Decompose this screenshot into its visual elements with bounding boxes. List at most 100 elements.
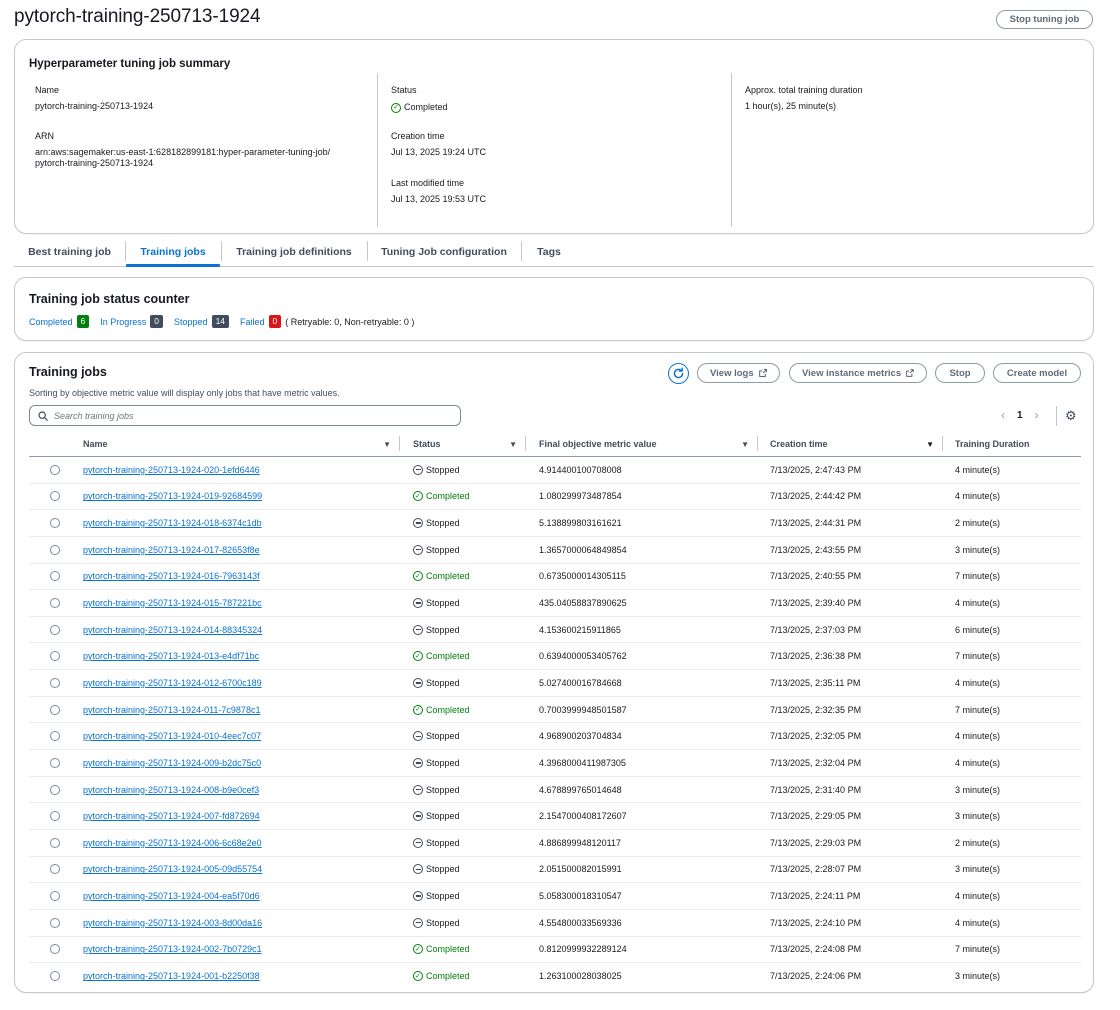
table-row[interactable]: pytorch-training-250713-1924-011-7c9878c… [29, 697, 1081, 724]
job-name-link[interactable]: pytorch-training-250713-1924-010-4eec7c0… [83, 731, 261, 741]
tab-training-jobs[interactable]: Training jobs [126, 238, 220, 267]
table-row[interactable]: pytorch-training-250713-1924-010-4eec7c0… [29, 723, 1081, 751]
stopped-filter-link[interactable]: Stopped [174, 317, 208, 327]
table-row[interactable]: pytorch-training-250713-1924-017-82653f8… [29, 537, 1081, 564]
table-row[interactable]: pytorch-training-250713-1924-001-b2250f3… [29, 963, 1081, 990]
tab-training-job-definitions[interactable]: Training job definitions [222, 238, 366, 266]
row-radio[interactable] [50, 864, 60, 875]
table-row[interactable]: pytorch-training-250713-1924-005-09d5575… [29, 857, 1081, 884]
training-jobs-card: Training jobs Sorting by objective metri… [14, 352, 1094, 993]
row-radio[interactable] [50, 917, 60, 928]
job-name-link[interactable]: pytorch-training-250713-1924-015-787221b… [83, 598, 262, 608]
job-name-link[interactable]: pytorch-training-250713-1924-007-fd87269… [83, 811, 260, 821]
job-name-cell: pytorch-training-250713-1924-020-1efd644… [83, 457, 260, 483]
status-text: Stopped [426, 891, 460, 902]
row-radio[interactable] [50, 944, 60, 955]
row-radio[interactable] [50, 598, 60, 609]
job-name-link[interactable]: pytorch-training-250713-1924-006-6c68e2e… [83, 838, 262, 848]
job-name-link[interactable]: pytorch-training-250713-1924-017-82653f8… [83, 545, 260, 555]
create-model-button[interactable]: Create model [993, 363, 1081, 383]
column-header-duration[interactable]: Training Duration [955, 431, 1075, 457]
row-radio[interactable] [50, 811, 60, 822]
job-name-cell: pytorch-training-250713-1924-016-7963143… [83, 564, 260, 590]
job-name-link[interactable]: pytorch-training-250713-1924-020-1efd644… [83, 465, 260, 475]
row-radio[interactable] [50, 491, 60, 502]
row-radio[interactable] [50, 651, 60, 662]
row-radio[interactable] [50, 757, 60, 768]
job-name-link[interactable]: pytorch-training-250713-1924-003-8d00da1… [83, 918, 262, 928]
row-radio[interactable] [50, 464, 60, 475]
table-row[interactable]: pytorch-training-250713-1924-002-7b0729c… [29, 937, 1081, 964]
table-row[interactable]: pytorch-training-250713-1924-019-9268459… [29, 484, 1081, 511]
job-name-cell: pytorch-training-250713-1924-012-6700c18… [83, 670, 262, 696]
job-name-link[interactable]: pytorch-training-250713-1924-012-6700c18… [83, 678, 262, 688]
row-radio[interactable] [50, 784, 60, 795]
inprogress-filter-link[interactable]: In Progress [100, 317, 146, 327]
table-row[interactable]: pytorch-training-250713-1924-003-8d00da1… [29, 910, 1081, 937]
view-instance-metrics-button[interactable]: View instance metrics [789, 363, 927, 383]
table-row[interactable]: pytorch-training-250713-1924-015-787221b… [29, 590, 1081, 617]
failed-filter-link[interactable]: Failed [240, 317, 265, 327]
column-header-name[interactable]: Name ▼ [83, 431, 399, 457]
chevron-right-icon[interactable]: › [1035, 408, 1039, 422]
table-row[interactable]: pytorch-training-250713-1924-013-e4df71b… [29, 643, 1081, 671]
table-row[interactable]: pytorch-training-250713-1924-012-6700c18… [29, 670, 1081, 697]
job-name-cell: pytorch-training-250713-1924-014-8834532… [83, 617, 262, 643]
column-header-metric[interactable]: Final objective metric value ▼ [539, 431, 757, 457]
row-radio[interactable] [50, 624, 60, 635]
table-row[interactable]: pytorch-training-250713-1924-018-6374c1d… [29, 510, 1081, 537]
table-row[interactable]: pytorch-training-250713-1924-007-fd87269… [29, 803, 1081, 830]
table-row[interactable]: pytorch-training-250713-1924-014-8834532… [29, 617, 1081, 644]
table-row[interactable]: pytorch-training-250713-1924-020-1efd644… [29, 457, 1081, 484]
job-name-link[interactable]: pytorch-training-250713-1924-005-09d5575… [83, 864, 262, 874]
view-logs-button[interactable]: View logs [697, 363, 780, 383]
row-radio[interactable] [50, 971, 60, 982]
table-row[interactable]: pytorch-training-250713-1924-016-7963143… [29, 564, 1081, 591]
job-name-link[interactable]: pytorch-training-250713-1924-011-7c9878c… [83, 705, 260, 715]
job-name-link[interactable]: pytorch-training-250713-1924-014-8834532… [83, 625, 262, 635]
page-number[interactable]: 1 [1017, 410, 1023, 421]
job-name-link[interactable]: pytorch-training-250713-1924-004-ea5f70d… [83, 891, 260, 901]
status-text: Stopped [426, 544, 460, 555]
column-header-status[interactable]: Status ▼ [413, 431, 525, 457]
stop-button[interactable]: Stop [935, 363, 985, 383]
table-row[interactable]: pytorch-training-250713-1924-006-6c68e2e… [29, 830, 1081, 857]
duration-field: Approx. total training duration 1 hour(s… [745, 85, 863, 112]
status-cell: Stopped [413, 910, 460, 936]
job-name-link[interactable]: pytorch-training-250713-1924-009-b2dc75c… [83, 758, 261, 768]
view-logs-label: View logs [710, 367, 754, 379]
status-text: Stopped [426, 624, 460, 635]
tab-tuning-job-configuration[interactable]: Tuning Job configuration [368, 238, 520, 266]
row-radio[interactable] [50, 731, 60, 742]
refresh-button[interactable] [668, 363, 689, 384]
job-name-link[interactable]: pytorch-training-250713-1924-018-6374c1d… [83, 518, 262, 528]
tab-best-training-job[interactable]: Best training job [14, 238, 125, 266]
column-header-label: Status [413, 439, 441, 449]
completed-filter-link[interactable]: Completed [29, 317, 73, 327]
row-radio[interactable] [50, 677, 60, 688]
search-box[interactable] [29, 405, 461, 426]
table-row[interactable]: pytorch-training-250713-1924-008-b9e0cef… [29, 777, 1081, 804]
row-radio[interactable] [50, 891, 60, 902]
row-radio[interactable] [50, 518, 60, 529]
table-row[interactable]: pytorch-training-250713-1924-009-b2dc75c… [29, 750, 1081, 777]
gear-icon[interactable]: ⚙ [1065, 408, 1077, 424]
job-name-link[interactable]: pytorch-training-250713-1924-002-7b0729c… [83, 944, 262, 954]
table-row[interactable]: pytorch-training-250713-1924-004-ea5f70d… [29, 883, 1081, 910]
row-radio[interactable] [50, 704, 60, 715]
job-name-link[interactable]: pytorch-training-250713-1924-019-9268459… [83, 491, 262, 501]
search-input[interactable] [54, 410, 444, 421]
tab-tags[interactable]: Tags [522, 238, 576, 266]
chevron-left-icon[interactable]: ‹ [1001, 408, 1005, 422]
job-name-link[interactable]: pytorch-training-250713-1924-016-7963143… [83, 571, 260, 581]
arn-value-line2: pytorch-training-250713-1924 [35, 158, 154, 168]
row-radio[interactable] [50, 837, 60, 848]
column-header-creation-time[interactable]: Creation time ▼ [770, 431, 942, 457]
view-instance-metrics-label: View instance metrics [802, 367, 902, 379]
stop-tuning-job-button[interactable]: Stop tuning job [996, 10, 1093, 29]
job-name-link[interactable]: pytorch-training-250713-1924-001-b2250f3… [83, 971, 260, 981]
job-name-link[interactable]: pytorch-training-250713-1924-013-e4df71b… [83, 651, 259, 661]
job-name-link[interactable]: pytorch-training-250713-1924-008-b9e0cef… [83, 785, 259, 795]
row-radio[interactable] [50, 571, 60, 582]
row-radio[interactable] [50, 544, 60, 555]
